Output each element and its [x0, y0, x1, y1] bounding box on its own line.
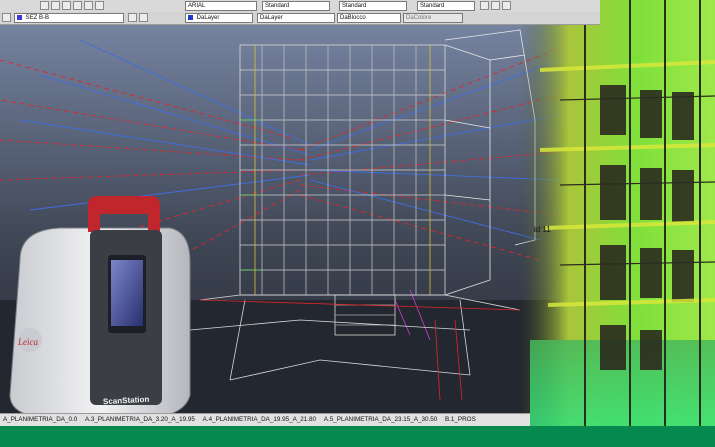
- pan-icon[interactable]: [62, 1, 71, 10]
- zoom-window-icon[interactable]: [84, 1, 93, 10]
- layout-tab[interactable]: A.5_PLANIMETRIA_DA_23.15_A_30.50: [321, 416, 440, 423]
- svg-text:Leica: Leica: [17, 337, 38, 347]
- layout-tab[interactable]: A_PLANIMETRIA_DA_0.0: [0, 416, 80, 423]
- dim-style-select[interactable]: Standard: [339, 1, 407, 11]
- point-cloud-facade: [520, 0, 715, 426]
- align-icon[interactable]: [491, 1, 500, 10]
- color-select-value: DaLayer: [196, 15, 220, 21]
- layer-select[interactable]: SEZ B-B: [14, 13, 124, 23]
- point-cloud-tag: id 11: [534, 225, 551, 234]
- linetype-select[interactable]: DaLayer: [257, 13, 335, 23]
- layer-icon[interactable]: [2, 13, 11, 22]
- lineweight-select[interactable]: DaBlocco: [337, 13, 401, 23]
- layer-color-swatch: [17, 14, 22, 20]
- layout-tabs-bar: A_PLANIMETRIA_DA_0.0 A.3_PLANIMETRIA_DA_…: [0, 413, 530, 426]
- redo-icon[interactable]: [51, 1, 60, 10]
- layout-tab[interactable]: A.4_PLANIMETRIA_DA_19.95_A_21.80: [200, 416, 319, 423]
- layout-tab[interactable]: B.1_PROS: [442, 416, 479, 423]
- undo-icon[interactable]: [40, 1, 49, 10]
- font-select[interactable]: ARIAL: [185, 1, 257, 11]
- layers-toolbar: SEZ B-B DaLayer DaLayer DaBlocco DaColor…: [0, 12, 600, 25]
- table-style-select[interactable]: Standard: [417, 1, 475, 11]
- lineweight-select-value: DaBlocco: [340, 15, 366, 21]
- text-style-select[interactable]: Standard: [262, 1, 330, 11]
- scene-canvas: Leica: [0, 0, 715, 447]
- properties-icon[interactable]: [95, 1, 104, 10]
- layer-previous-icon[interactable]: [128, 13, 137, 22]
- screenshot-stage: Leica ARIAL Standard Standard Standard S…: [0, 0, 715, 447]
- layer-match-icon[interactable]: [139, 13, 148, 22]
- collect-icon[interactable]: [502, 1, 511, 10]
- color-swatch: [188, 14, 193, 20]
- linetype-select-value: DaLayer: [260, 15, 283, 21]
- dim-style-value: Standard: [342, 3, 367, 9]
- text-style-value: Standard: [265, 3, 290, 9]
- multileader-icon[interactable]: [480, 1, 489, 10]
- table-style-value: Standard: [420, 3, 445, 9]
- layout-tab[interactable]: A.3_PLANIMETRIA_DA_3.20_A_19.95: [82, 416, 198, 423]
- color-select[interactable]: DaLayer: [185, 13, 253, 23]
- zoom-icon[interactable]: [73, 1, 82, 10]
- layer-select-value: SEZ B-B: [25, 15, 50, 21]
- brand-footer-bar: [0, 426, 715, 447]
- plot-style-select-value: DaColore: [406, 15, 432, 21]
- plot-style-select[interactable]: DaColore: [403, 13, 463, 23]
- font-select-value: ARIAL: [188, 3, 206, 9]
